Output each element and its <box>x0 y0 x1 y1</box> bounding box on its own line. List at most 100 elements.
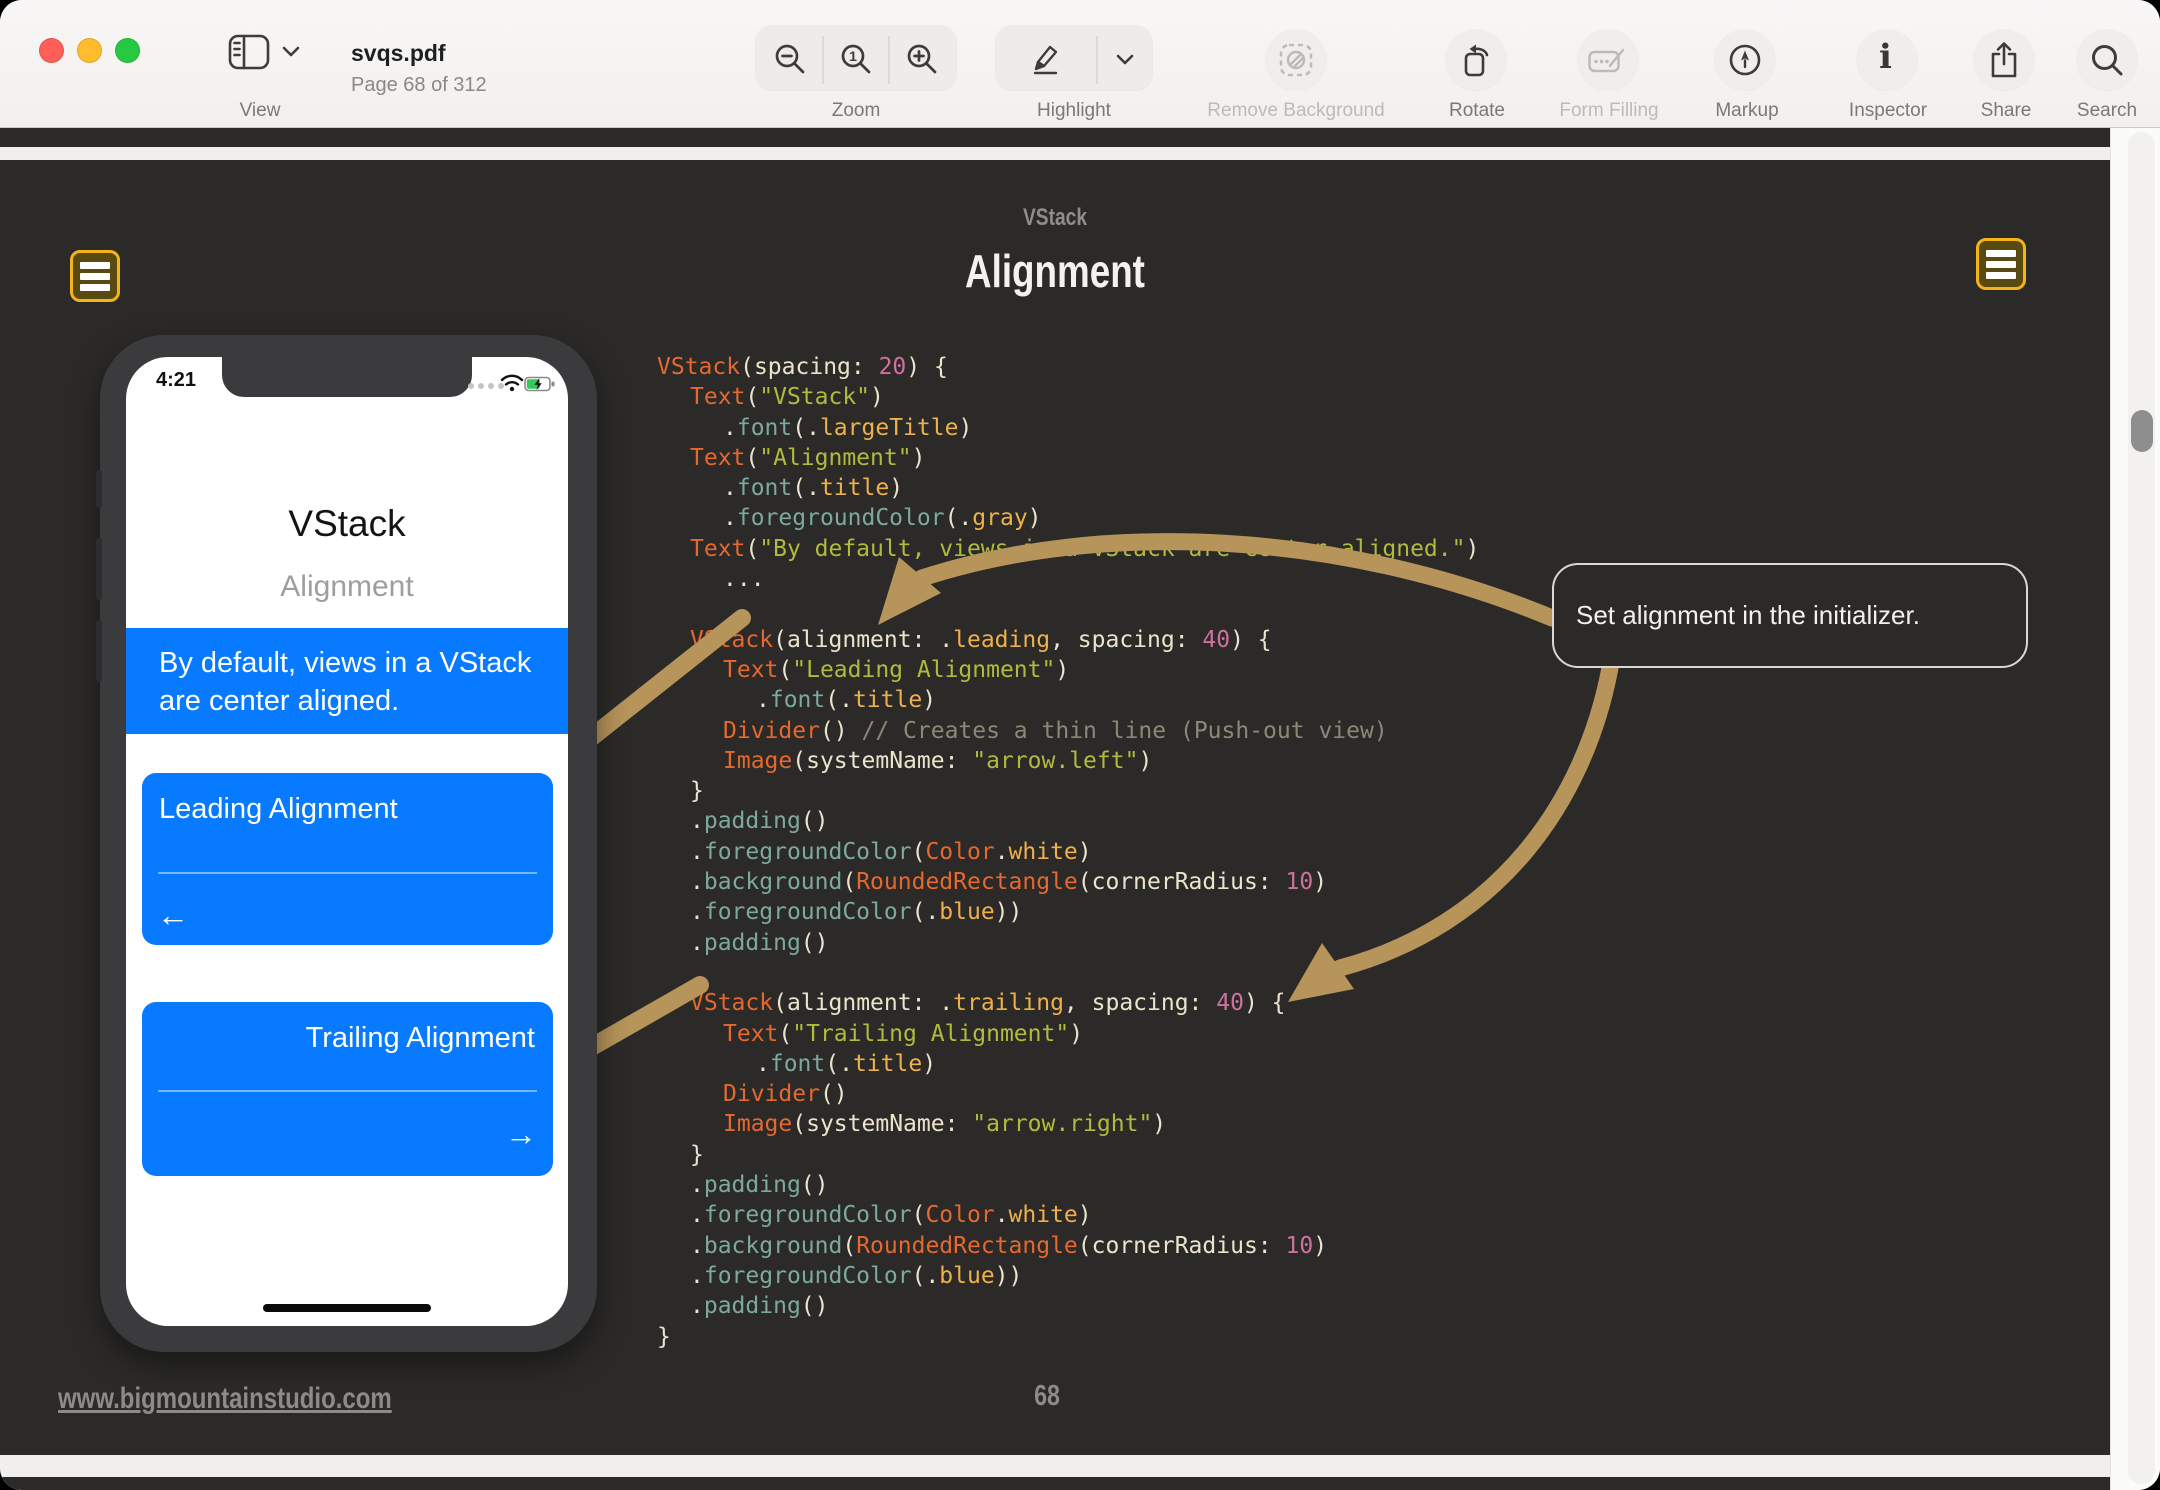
arrow-right-glyph: → <box>505 1116 537 1153</box>
code-line <box>657 958 1479 988</box>
code-line: .padding() <box>657 1291 1479 1321</box>
code-line: Image(systemName: "arrow.left") <box>657 746 1479 776</box>
code-line <box>657 594 1479 624</box>
mute-switch <box>96 470 102 508</box>
code-line: Divider() // Creates a thin line (Push-o… <box>657 716 1479 746</box>
scrollbar-track[interactable] <box>2128 132 2155 1484</box>
code-line: .font(.largeTitle) <box>657 413 1479 443</box>
code-line: Text("VStack") <box>657 382 1479 412</box>
code-listing: VStack(spacing: 20) {Text("VStack").font… <box>657 352 1479 1352</box>
code-line: Text("Trailing Alignment") <box>657 1019 1479 1049</box>
close-window-button[interactable] <box>39 38 64 63</box>
app-title: VStack <box>126 503 568 545</box>
rotate-label: Rotate <box>1449 100 1505 122</box>
pdf-content-area: VStack Alignment VStack(spacing: 20) {Te… <box>0 128 2160 1490</box>
code-line: .padding() <box>657 806 1479 836</box>
code-line: VStack(alignment: .leading, spacing: 40)… <box>657 625 1479 655</box>
toc-menu-icon[interactable] <box>1976 238 2026 290</box>
page-number: 68 <box>999 1380 1095 1413</box>
window-chrome: View svqs.pdf Page 68 of 312 1 Zoom High… <box>0 0 2160 1490</box>
code-line: .font(.title) <box>657 473 1479 503</box>
code-line: .font(.title) <box>657 685 1479 715</box>
code-line: Text("By default, views in a VStack are … <box>657 534 1479 564</box>
remove-background-label: Remove Background <box>1207 100 1384 122</box>
toolbar: View svqs.pdf Page 68 of 312 1 Zoom High… <box>0 0 2160 128</box>
iphone-screen: 4:21 VStack Alignment By default, views … <box>126 357 568 1326</box>
wifi-icon <box>500 374 524 392</box>
share-icon[interactable] <box>1989 40 2019 80</box>
remove-background-icon <box>1279 43 1313 77</box>
code-line: .padding() <box>657 928 1479 958</box>
code-line: Text("Leading Alignment") <box>657 655 1479 685</box>
status-time: 4:21 <box>156 369 196 392</box>
view-label: View <box>240 100 281 122</box>
highlight-chevron-down-icon[interactable] <box>1116 54 1134 66</box>
share-label: Share <box>1981 100 2032 122</box>
code-line: } <box>657 1140 1479 1170</box>
callout-text: Set alignment in the initializer. <box>1576 600 1920 631</box>
preview-window: View svqs.pdf Page 68 of 312 1 Zoom High… <box>0 0 2160 1490</box>
page-header: VStack <box>211 204 1899 232</box>
iphone-frame: 4:21 VStack Alignment By default, views … <box>100 335 597 1352</box>
highlight-label: Highlight <box>1037 100 1111 122</box>
page-title: Alignment <box>211 244 1899 298</box>
toc-menu-icon[interactable] <box>70 250 120 302</box>
footer-url[interactable]: www.bigmountainstudio.com <box>58 1382 392 1416</box>
divider-line <box>158 872 537 874</box>
rotate-icon[interactable] <box>1459 42 1495 78</box>
code-line: Image(systemName: "arrow.right") <box>657 1109 1479 1139</box>
banner-line: By default, views in a VStack <box>159 644 568 682</box>
code-line: .foregroundColor(Color.white) <box>657 837 1479 867</box>
trailing-alignment-box: Trailing Alignment → <box>142 1002 553 1176</box>
code-line: .background(RoundedRectangle(cornerRadiu… <box>657 1231 1479 1261</box>
zoom-label: Zoom <box>832 100 881 122</box>
minimize-window-button[interactable] <box>77 38 102 63</box>
zoom-out-button[interactable] <box>773 42 809 78</box>
divider-line <box>158 1090 537 1092</box>
code-line: VStack(spacing: 20) { <box>657 352 1479 382</box>
code-line: .padding() <box>657 1170 1479 1200</box>
code-line: .foregroundColor(.gray) <box>657 503 1479 533</box>
code-line: .background(RoundedRectangle(cornerRadiu… <box>657 867 1479 897</box>
volume-down-button <box>96 620 102 682</box>
trailing-alignment-text: Trailing Alignment <box>306 1022 535 1055</box>
code-line: .foregroundColor(.blue)) <box>657 1261 1479 1291</box>
svg-text:1: 1 <box>849 48 857 64</box>
code-line: Text("Alignment") <box>657 443 1479 473</box>
inspector-label: Inspector <box>1849 100 1927 122</box>
code-line: .foregroundColor(.blue)) <box>657 897 1479 927</box>
scrollbar-thumb[interactable] <box>2131 410 2153 452</box>
divider <box>888 36 890 84</box>
markup-label: Markup <box>1715 100 1778 122</box>
highlight-pen-icon[interactable] <box>1030 42 1062 76</box>
inspector-icon[interactable]: i <box>1879 40 1892 74</box>
banner-line: are center aligned. <box>159 682 568 720</box>
code-line: .font(.title) <box>657 1049 1479 1079</box>
leading-alignment-text: Leading Alignment <box>159 793 398 826</box>
notch <box>222 357 472 397</box>
arrow-left-glyph: ← <box>157 897 189 934</box>
code-line: } <box>657 776 1479 806</box>
search-label: Search <box>2077 100 2137 122</box>
battery-charging-icon <box>524 376 555 392</box>
next-page-edge <box>0 1477 2110 1490</box>
cellular-signal-icon <box>468 383 504 389</box>
page-indicator: Page 68 of 312 <box>351 74 487 97</box>
zoom-window-button[interactable] <box>115 38 140 63</box>
view-chevron-down-icon[interactable] <box>282 46 300 58</box>
search-icon[interactable] <box>2090 43 2124 77</box>
form-filling-label: Form Filling <box>1559 100 1658 122</box>
code-line: Divider() <box>657 1079 1479 1109</box>
sidebar-view-icon[interactable] <box>228 34 270 70</box>
zoom-actual-size-button[interactable]: 1 <box>839 42 875 78</box>
scrollbar-gutter <box>2110 128 2160 1490</box>
form-filling-icon <box>1588 48 1628 76</box>
document-title: svqs.pdf <box>351 40 446 67</box>
callout-bubble: Set alignment in the initializer. <box>1552 563 2028 668</box>
zoom-in-button[interactable] <box>905 42 941 78</box>
divider <box>822 36 824 84</box>
code-line: VStack(alignment: .trailing, spacing: 40… <box>657 988 1479 1018</box>
markup-icon[interactable] <box>1728 43 1762 77</box>
app-subtitle: Alignment <box>126 570 568 604</box>
divider <box>1096 36 1098 84</box>
